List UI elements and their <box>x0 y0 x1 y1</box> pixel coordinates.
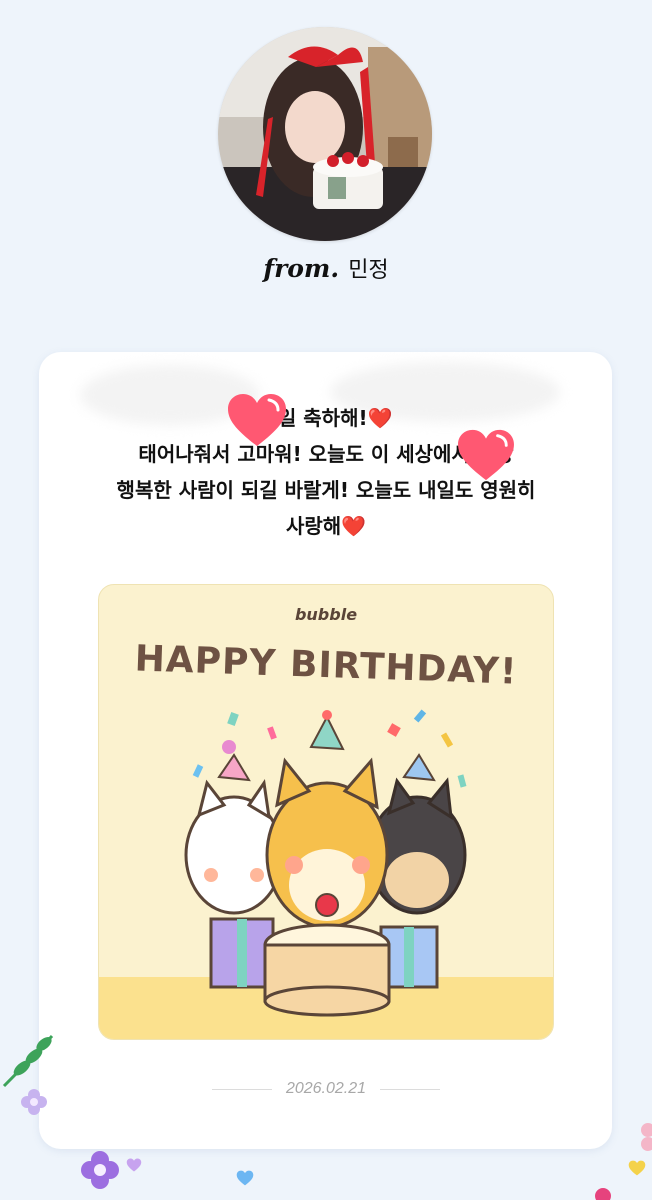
flower-icon <box>641 1123 652 1151</box>
leaf-branch-icon <box>2 1034 54 1088</box>
date-row: 2026.02.21 <box>0 1080 652 1098</box>
message-line: 생일 축하해!❤️ <box>259 406 393 430</box>
letter-message: 생일 축하해!❤️ 태어나줘서 고마워! 오늘도 이 세상에서 가장 행복한 사… <box>0 400 652 544</box>
divider <box>211 1088 272 1090</box>
message-line: 태어나줘서 고마워! 오늘도 이 세상에서 가장 <box>138 442 514 466</box>
small-heart-icon <box>236 1170 254 1186</box>
message-line: 행복한 사람이 되길 바랄게! 오늘도 내일도 영원히 <box>116 478 536 502</box>
birthday-sticker[interactable]: bubble HAPPY BIRTHDAY! <box>98 584 554 1040</box>
heart-sticker-icon <box>458 429 514 481</box>
brand-logo: bubble <box>294 605 358 624</box>
sender-line: from. 민정 <box>0 252 652 284</box>
avatar-photo <box>218 27 432 241</box>
flower-icon <box>595 1188 611 1200</box>
sticker-headline: HAPPY BIRTHDAY! <box>134 638 518 693</box>
message-line: 사랑해❤️ <box>285 514 367 538</box>
heart-sticker-icon <box>228 394 286 446</box>
flower-icon <box>81 1151 119 1189</box>
small-heart-icon <box>126 1158 142 1172</box>
flower-icon <box>21 1089 47 1115</box>
divider <box>380 1088 441 1090</box>
from-label: from. <box>263 254 340 283</box>
sender-name: 민정 <box>348 258 389 283</box>
letter-date: 2026.02.21 <box>285 1080 367 1097</box>
dogs-illustration <box>184 709 467 1017</box>
profile-avatar[interactable] <box>218 27 432 241</box>
small-heart-icon <box>628 1160 646 1176</box>
